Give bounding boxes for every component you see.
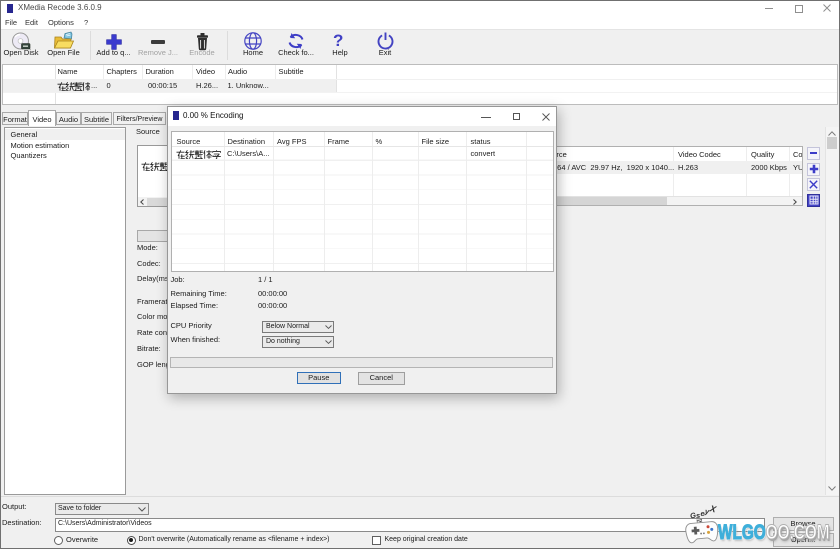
svg-text:H2: H2 bbox=[696, 518, 703, 524]
